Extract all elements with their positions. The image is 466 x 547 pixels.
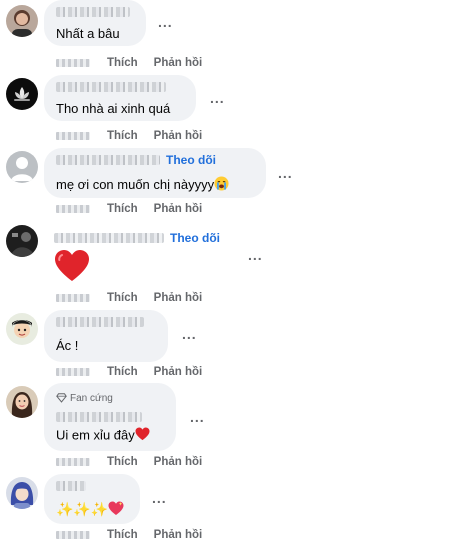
comment-text: Nhất a bâu [56,26,120,41]
comment-actions: Thích Phản hồi [56,57,202,69]
author-row: Theo dõi [56,152,216,168]
blue-hair-avatar-icon[interactable] [6,477,38,509]
author-row [56,4,130,20]
comment-actions: Thích Phản hồi [56,529,202,541]
reply-button[interactable]: Phản hồi [154,57,203,69]
person-avatar-icon[interactable] [6,5,38,37]
follow-button[interactable]: Theo dõi [166,153,216,167]
timestamp-blurred [56,294,90,302]
more-options-button[interactable]: ... [152,490,167,506]
author-name-blurred[interactable] [56,155,160,165]
author-name-blurred[interactable] [56,317,144,327]
author-row [56,478,86,494]
like-button[interactable]: Thích [107,130,138,142]
more-options-button[interactable]: ... [278,165,293,181]
like-button[interactable]: Thích [107,292,138,304]
timestamp-blurred [56,205,90,213]
diamond-icon [56,393,67,403]
reply-button[interactable]: Phản hồi [154,529,203,541]
comment-bubble: Tho nhà ai xinh quá [44,75,196,121]
more-options-button[interactable]: ... [248,247,263,263]
like-button[interactable]: Thích [107,57,138,69]
author-row [56,314,144,330]
more-options-button[interactable]: ... [210,90,225,106]
red-heart-sticker [54,249,94,285]
comment-text-content: Ui em xỉu đây [56,427,135,443]
timestamp-blurred [56,59,90,67]
comment-bubble: ✨✨✨ [44,474,140,524]
comment-text-content: ✨✨✨ [56,501,109,517]
comment-bubble: Fan cứng Ui em xỉu đây [44,383,176,451]
timestamp-blurred [56,132,90,140]
author-row [56,79,166,95]
author-name-blurred[interactable] [56,82,166,92]
timestamp-blurred [56,531,90,539]
like-button[interactable]: Thích [107,529,138,541]
more-options-button[interactable]: ... [190,409,205,425]
cartoon-avatar-icon[interactable] [6,313,38,345]
author-row: Theo dõi [54,230,220,246]
badge-row: Fan cứng [56,390,113,406]
comment-text: ✨✨✨ [56,501,124,519]
reply-button[interactable]: Phản hồi [154,203,203,215]
comment-text: mẹ ơi con muốn chị nàyyyy [56,176,229,195]
comment-text: Tho nhà ai xinh quá [56,101,171,116]
more-options-button[interactable]: ... [182,326,197,342]
comment-actions: Thích Phản hồi [56,456,202,468]
woman-avatar-icon[interactable] [6,386,38,418]
timestamp-blurred [56,368,90,376]
like-button[interactable]: Thích [107,366,138,378]
comment-bubble: Theo dõi mẹ ơi con muốn chị nàyyyy [44,148,266,198]
author-row [56,409,142,425]
timestamp-blurred [56,458,90,466]
comment-actions: Thích Phản hồi [56,203,202,215]
red-heart-emoji [135,427,150,445]
more-options-button[interactable]: ... [158,14,173,30]
author-name-blurred[interactable] [56,481,86,491]
comment-text: Ác ! [56,338,79,353]
sparkling-heart-emoji [108,501,124,519]
like-button[interactable]: Thích [107,456,138,468]
fan-badge-label: Fan cứng [70,392,113,404]
like-button[interactable]: Thích [107,203,138,215]
fan-badge: Fan cứng [56,393,113,404]
comment-actions: Thích Phản hồi [56,130,202,142]
loudly-crying-face-emoji [214,176,229,195]
comment-actions: Thích Phản hồi [56,366,202,378]
author-name-blurred[interactable] [56,412,142,422]
comment-text-content: mẹ ơi con muốn chị nàyyyy [56,176,215,192]
reply-button[interactable]: Phản hồi [154,292,203,304]
comment-thread: Nhất a bâu ... Thích Phản hồi Tho nhà ai… [0,0,466,547]
lotus-avatar-icon[interactable] [6,78,38,110]
default-user-avatar-icon[interactable] [6,151,38,183]
author-name-blurred[interactable] [54,233,164,243]
follow-button[interactable]: Theo dõi [170,231,220,245]
comment-actions: Thích Phản hồi [56,292,202,304]
author-name-blurred[interactable] [56,7,130,17]
comment-text: Ui em xỉu đây [56,427,150,445]
reply-button[interactable]: Phản hồi [154,456,203,468]
comment-bubble: Ác ! [44,310,168,362]
comment-bubble: Nhất a bâu [44,0,146,46]
dark-photo-avatar-icon[interactable] [6,225,38,257]
reply-button[interactable]: Phản hồi [154,366,203,378]
reply-button[interactable]: Phản hồi [154,130,203,142]
